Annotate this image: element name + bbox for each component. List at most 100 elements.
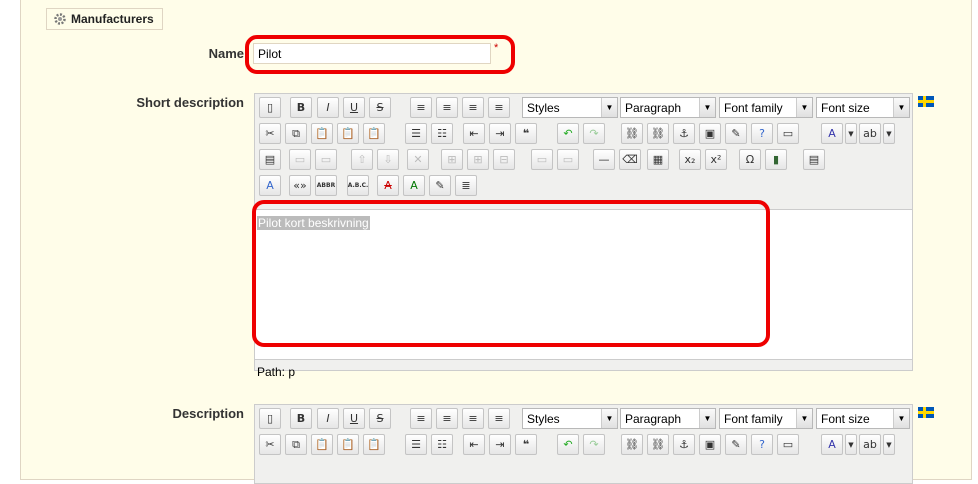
description-paste-word-button[interactable]: 📋 (363, 434, 385, 455)
short_description-image-button[interactable]: ▣ (699, 123, 721, 144)
short_description-bold-button[interactable]: B (290, 97, 312, 118)
description-paste-button[interactable]: 📋 (311, 434, 333, 455)
description-anchor-button[interactable]: ⚓ (673, 434, 695, 455)
short_description-paragraph-select[interactable]: Paragraph ▼ (620, 97, 716, 118)
description-image-button[interactable]: ▣ (699, 434, 721, 455)
description-copy-button[interactable]: ⧉ (285, 434, 307, 455)
description-link-button[interactable]: ⛓ (621, 434, 643, 455)
short_description-outdent-button[interactable]: ⇤ (463, 123, 485, 144)
chevron-down-icon[interactable]: ▼ (796, 409, 812, 428)
short_description-highlight-button[interactable]: ab (859, 123, 881, 144)
description-help-button[interactable]: ? (751, 434, 773, 455)
short_description-remove-format-button[interactable]: ⌫ (619, 149, 641, 170)
short_description-superscript-button[interactable]: x² (705, 149, 727, 170)
description-numbered-list-button[interactable]: ☷ (431, 434, 453, 455)
short_description-font-family-select[interactable]: Font family ▼ (719, 97, 813, 118)
short_description-absolute-button[interactable]: ▭ (289, 149, 311, 170)
description-bold-button[interactable]: B (290, 408, 312, 429)
short_description-help-button[interactable]: ? (751, 123, 773, 144)
description-align-center-button[interactable]: ≡ (436, 408, 458, 429)
description-cleanup-button[interactable]: ✎ (725, 434, 747, 455)
description-html-button[interactable]: ▭ (777, 434, 799, 455)
short_description-ins-button[interactable]: A (403, 175, 425, 196)
description-highlight-button[interactable]: ab (859, 434, 881, 455)
description-align-right-button[interactable]: ≡ (462, 408, 484, 429)
short_description-table-button[interactable]: ▦ (647, 149, 669, 170)
description-paragraph-select[interactable]: Paragraph ▼ (620, 408, 716, 429)
short_description-split-cells-button[interactable]: ▭ (531, 149, 553, 170)
short_description-paste-word-button[interactable]: 📋 (363, 123, 385, 144)
short_description-attribs-button[interactable]: ✎ (429, 175, 451, 196)
description-font-family-select[interactable]: Font family ▼ (719, 408, 813, 429)
description-paste-text-button[interactable]: 📋 (337, 434, 359, 455)
short_description-styles-select[interactable]: Styles ▼ (522, 97, 618, 118)
short_description-highlight-dropdown[interactable]: ▼ (883, 123, 895, 144)
description-new-document-icon[interactable]: ▯ (259, 408, 281, 429)
short_description-font-size-select[interactable]: Font size ▼ (816, 97, 910, 118)
short_description-paste-button[interactable]: 📋 (311, 123, 333, 144)
description-indent-button[interactable]: ⇥ (489, 434, 511, 455)
short_description-html-button[interactable]: ▭ (777, 123, 799, 144)
short_description-row-after-button[interactable]: ⇩ (377, 149, 399, 170)
description-underline-button[interactable]: U (343, 408, 365, 429)
short_description-delete-row-button[interactable]: ✕ (407, 149, 429, 170)
chevron-down-icon[interactable]: ▼ (796, 98, 812, 117)
description-text-color-dropdown[interactable]: ▼ (845, 434, 857, 455)
short_description-hr-button[interactable]: — (593, 149, 615, 170)
short_description-bullet-list-button[interactable]: ☰ (405, 123, 427, 144)
short_description-subscript-button[interactable]: x₂ (679, 149, 701, 170)
short_description-acronym-button[interactable]: A.B.C. (347, 175, 369, 196)
description-unlink-button[interactable]: ⛓ (647, 434, 669, 455)
chevron-down-icon[interactable]: ▼ (893, 98, 909, 117)
description-text-color-button[interactable]: A (821, 434, 843, 455)
short_description-indent-button[interactable]: ⇥ (489, 123, 511, 144)
description-font-size-select[interactable]: Font size ▼ (816, 408, 910, 429)
short_description-blockquote-button[interactable]: ❝ (515, 123, 537, 144)
short_description-move-back-button[interactable]: ▭ (315, 149, 337, 170)
short_description-align-center-button[interactable]: ≡ (436, 97, 458, 118)
description-cut-button[interactable]: ✂ (259, 434, 281, 455)
short_description-special-char-button[interactable]: Ω (739, 149, 761, 170)
short_description-row-before-button[interactable]: ⇧ (351, 149, 373, 170)
short_description-delete-col-button[interactable]: ⊟ (493, 149, 515, 170)
name-input[interactable] (253, 43, 491, 64)
short_description-cite-button[interactable]: «» (289, 175, 311, 196)
short_description-undo-button[interactable]: ↶ (557, 123, 579, 144)
short_description-strikethrough-button[interactable]: S (369, 97, 391, 118)
short_description-merge-cells-button[interactable]: ▭ (557, 149, 579, 170)
short_description-text-color-button[interactable]: A (821, 123, 843, 144)
short_description-anchor-button[interactable]: ⚓ (673, 123, 695, 144)
description-highlight-dropdown[interactable]: ▼ (883, 434, 895, 455)
short_description-styleprops-button[interactable]: A (259, 175, 281, 196)
chevron-down-icon[interactable]: ▼ (699, 409, 715, 428)
short_description-underline-button[interactable]: U (343, 97, 365, 118)
description-bullet-list-button[interactable]: ☰ (405, 434, 427, 455)
short_description-insert-layer-button[interactable]: ▤ (259, 149, 281, 170)
description-justify-button[interactable]: ≡ (488, 408, 510, 429)
chevron-down-icon[interactable]: ▼ (699, 98, 715, 117)
short_description-del-button[interactable]: A (377, 175, 399, 196)
description-outdent-button[interactable]: ⇤ (463, 434, 485, 455)
description-align-left-button[interactable]: ≡ (410, 408, 432, 429)
description-italic-button[interactable]: I (317, 408, 339, 429)
description-blockquote-button[interactable]: ❝ (515, 434, 537, 455)
short_description-template-button[interactable]: ▤ (803, 149, 825, 170)
short_description-align-left-button[interactable]: ≡ (410, 97, 432, 118)
short_description-abbr-button[interactable]: ABBR (315, 175, 337, 196)
short_description-align-right-button[interactable]: ≡ (462, 97, 484, 118)
description-redo-button[interactable]: ↷ (583, 434, 605, 455)
short_description-visual-chars-button[interactable]: ≣ (455, 175, 477, 196)
short_description-justify-button[interactable]: ≡ (488, 97, 510, 118)
short_description-redo-button[interactable]: ↷ (583, 123, 605, 144)
swedish-flag-icon[interactable] (918, 96, 934, 107)
chevron-down-icon[interactable]: ▼ (601, 409, 617, 428)
swedish-flag-icon[interactable] (918, 407, 934, 418)
chevron-down-icon[interactable]: ▼ (601, 98, 617, 117)
short_description-paste-text-button[interactable]: 📋 (337, 123, 359, 144)
short_description-italic-button[interactable]: I (317, 97, 339, 118)
description-styles-select[interactable]: Styles ▼ (522, 408, 618, 429)
short_description-media-button[interactable]: ▮ (765, 149, 787, 170)
short_description-copy-button[interactable]: ⧉ (285, 123, 307, 144)
short-description-content[interactable]: Pilot kort beskrivning (255, 209, 912, 360)
short_description-text-color-dropdown[interactable]: ▼ (845, 123, 857, 144)
